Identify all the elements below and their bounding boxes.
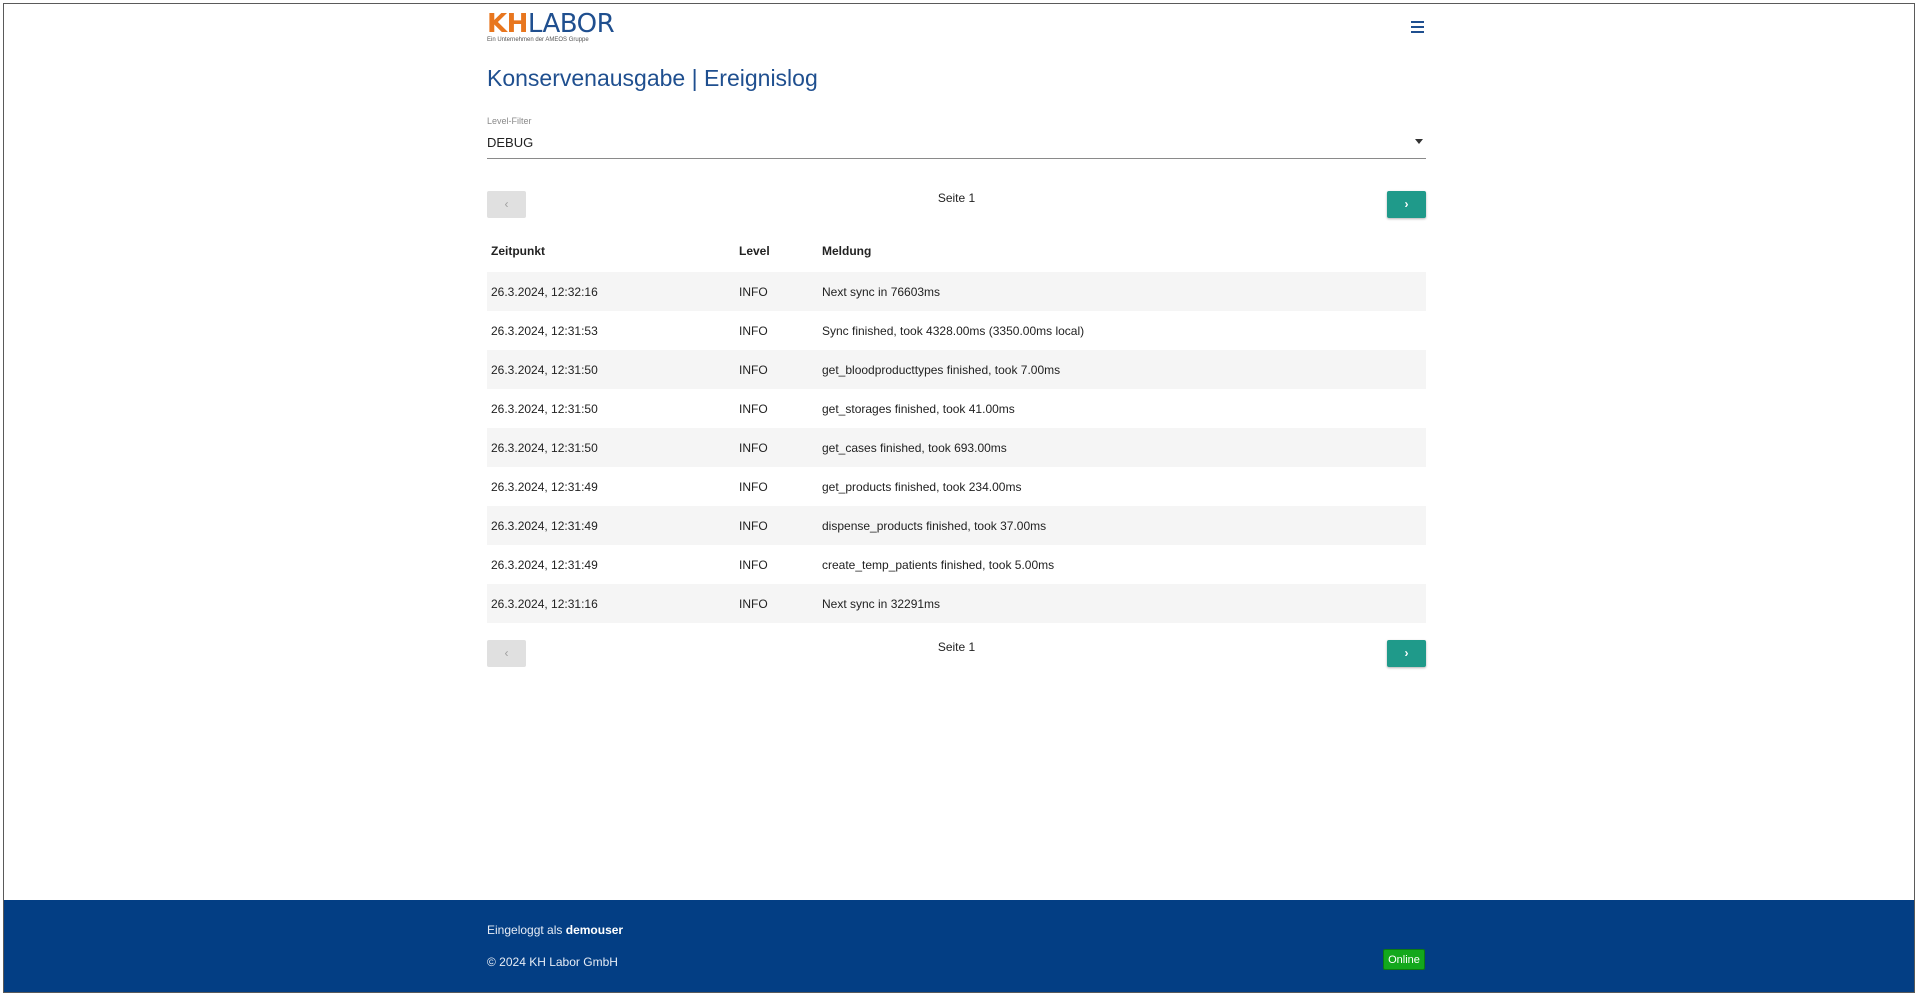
logged-in-prefix: Eingeloggt als bbox=[487, 923, 566, 937]
app-window: KHLABOR Ein Unternehmen der AMEOS Gruppe… bbox=[3, 3, 1915, 993]
table-row: 26.3.2024, 12:31:50 INFO get_cases finis… bbox=[487, 428, 1426, 467]
cell-time: 26.3.2024, 12:31:53 bbox=[491, 323, 598, 338]
level-filter-select[interactable]: Level-Filter DEBUG bbox=[487, 113, 1426, 159]
cell-level: INFO bbox=[739, 518, 768, 533]
column-header-zeitpunkt[interactable]: Zeitpunkt bbox=[491, 244, 545, 258]
hamburger-menu-icon[interactable] bbox=[1406, 16, 1428, 38]
kh-labor-logo[interactable]: KHLABOR Ein Unternehmen der AMEOS Gruppe bbox=[487, 9, 615, 46]
menu-bar bbox=[1410, 26, 1424, 28]
menu-bar bbox=[1410, 21, 1424, 23]
cell-message: dispense_products finished, took 37.00ms bbox=[822, 518, 1047, 533]
cell-level: INFO bbox=[739, 323, 768, 338]
cell-time: 26.3.2024, 12:31:49 bbox=[491, 518, 598, 533]
cell-level: INFO bbox=[739, 479, 768, 494]
cell-time: 26.3.2024, 12:31:49 bbox=[491, 479, 598, 494]
event-log-table: Zeitpunkt Level Meldung 26.3.2024, 12:32… bbox=[487, 236, 1426, 623]
cell-message: Next sync in 32291ms bbox=[822, 596, 941, 611]
column-header-meldung[interactable]: Meldung bbox=[822, 244, 871, 258]
cell-level: INFO bbox=[739, 557, 768, 572]
footer: Eingeloggt als demouser © 2024 KH Labor … bbox=[4, 900, 1914, 992]
online-status-badge: Online bbox=[1383, 949, 1425, 970]
cell-time: 26.3.2024, 12:32:16 bbox=[491, 284, 598, 299]
logged-in-info: Eingeloggt als demouser bbox=[487, 923, 623, 937]
table-row: 26.3.2024, 12:31:49 INFO create_temp_pat… bbox=[487, 545, 1426, 584]
next-page-button[interactable]: › bbox=[1387, 640, 1426, 667]
cell-level: INFO bbox=[739, 596, 768, 611]
table-row: 26.3.2024, 12:31:50 INFO get_bloodproduc… bbox=[487, 350, 1426, 389]
cell-message: Next sync in 76603ms bbox=[822, 284, 941, 299]
cell-level: INFO bbox=[739, 401, 768, 416]
logged-in-username: demouser bbox=[565, 923, 624, 937]
cell-message: get_bloodproducttypes finished, took 7.0… bbox=[822, 362, 1061, 377]
cell-time: 26.3.2024, 12:31:50 bbox=[491, 362, 598, 377]
cell-time: 26.3.2024, 12:31:50 bbox=[491, 440, 598, 455]
logo-wordmark: KHLABOR bbox=[487, 9, 615, 39]
cell-message: create_temp_patients finished, took 5.00… bbox=[822, 557, 1055, 572]
column-header-level[interactable]: Level bbox=[739, 244, 770, 258]
cell-time: 26.3.2024, 12:31:16 bbox=[491, 596, 598, 611]
cell-time: 26.3.2024, 12:31:49 bbox=[491, 557, 598, 572]
cell-message: get_storages finished, took 41.00ms bbox=[822, 401, 1015, 416]
cell-message: get_products finished, took 234.00ms bbox=[822, 479, 1022, 494]
table-row: 26.3.2024, 12:32:16 INFO Next sync in 76… bbox=[487, 272, 1426, 311]
logo-labor-text: LABOR bbox=[527, 9, 615, 39]
cell-level: INFO bbox=[739, 284, 768, 299]
table-row: 26.3.2024, 12:31:49 INFO dispense_produc… bbox=[487, 506, 1426, 545]
cell-level: INFO bbox=[739, 440, 768, 455]
cell-time: 26.3.2024, 12:31:50 bbox=[491, 401, 598, 416]
table-header: Zeitpunkt Level Meldung bbox=[487, 236, 1426, 272]
next-page-button[interactable]: › bbox=[1387, 191, 1426, 218]
logo-kh-text: KH bbox=[487, 9, 528, 39]
cell-message: Sync finished, took 4328.00ms (3350.00ms… bbox=[822, 323, 1085, 338]
page-indicator: Seite 1 bbox=[937, 191, 976, 205]
level-filter-label: Level-Filter bbox=[487, 116, 532, 126]
table-row: 26.3.2024, 12:31:53 INFO Sync finished, … bbox=[487, 311, 1426, 350]
table-row: 26.3.2024, 12:31:16 INFO Next sync in 32… bbox=[487, 584, 1426, 623]
page-indicator: Seite 1 bbox=[937, 640, 976, 654]
cell-message: get_cases finished, took 693.00ms bbox=[822, 440, 1007, 455]
caret-down-icon bbox=[1415, 139, 1423, 144]
table-row: 26.3.2024, 12:31:49 INFO get_products fi… bbox=[487, 467, 1426, 506]
menu-bar bbox=[1410, 31, 1424, 33]
page-title: Konservenausgabe | Ereignislog bbox=[487, 65, 818, 91]
pagination-bottom: ‹ Seite 1 › bbox=[487, 640, 1426, 669]
copyright-text: © 2024 KH Labor GmbH bbox=[487, 955, 618, 969]
level-filter-value: DEBUG bbox=[487, 135, 534, 150]
pagination-top: ‹ Seite 1 › bbox=[487, 191, 1426, 220]
cell-level: INFO bbox=[739, 362, 768, 377]
table-row: 26.3.2024, 12:31:50 INFO get_storages fi… bbox=[487, 389, 1426, 428]
